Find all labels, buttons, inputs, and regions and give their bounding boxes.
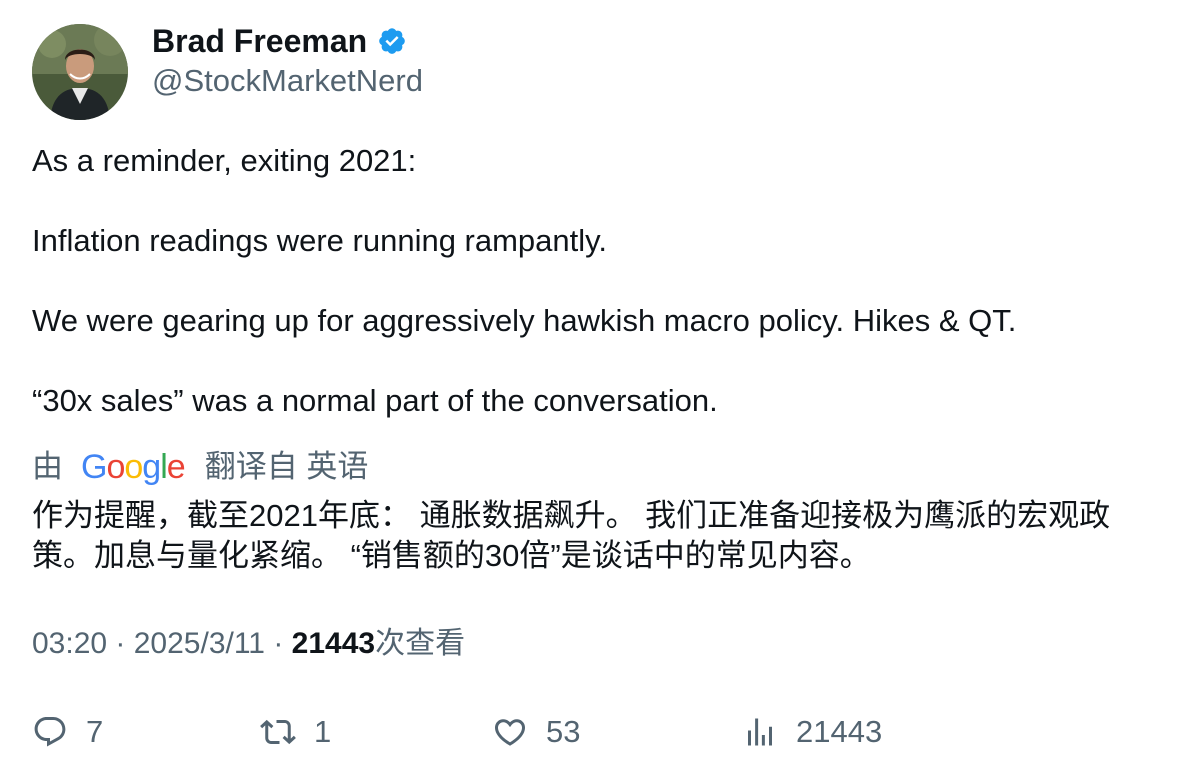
reply-button[interactable]: 7 bbox=[32, 710, 103, 754]
reply-icon bbox=[34, 717, 66, 747]
meta-separator: · bbox=[107, 627, 134, 660]
tweet-date[interactable]: 2025/3/11 bbox=[134, 627, 265, 660]
views-count: 21443 bbox=[291, 627, 376, 660]
heart-icon bbox=[494, 719, 526, 746]
tweet-paragraph: As a reminder, exiting 2021: bbox=[32, 143, 417, 178]
views-button[interactable]: 21443 bbox=[742, 710, 882, 754]
retweet-icon bbox=[260, 719, 296, 745]
verified-badge-icon bbox=[379, 28, 405, 54]
views-count-action: 21443 bbox=[796, 714, 883, 749]
google-logo: Google bbox=[81, 448, 186, 486]
tweet-meta: 03:20 · 2025/3/11 · 21443次查看 bbox=[32, 624, 465, 664]
tweet-time[interactable]: 03:20 bbox=[32, 627, 107, 660]
retweet-count: 1 bbox=[314, 714, 332, 749]
author-name[interactable]: Brad Freeman bbox=[152, 22, 367, 60]
like-button[interactable]: 53 bbox=[492, 710, 580, 754]
author-name-row[interactable]: Brad Freeman bbox=[152, 22, 407, 60]
views-label: 次查看 bbox=[375, 627, 466, 660]
tweet-paragraph: “30x sales” was a normal part of the con… bbox=[32, 383, 718, 418]
meta-separator: · bbox=[265, 627, 292, 660]
retweet-button[interactable]: 1 bbox=[260, 710, 331, 754]
translation-attribution[interactable]: 由 Google 翻译自 英语 bbox=[32, 447, 368, 487]
like-count: 53 bbox=[546, 714, 581, 749]
tweet-paragraph: We were gearing up for aggressively hawk… bbox=[32, 303, 1017, 338]
reply-count: 7 bbox=[86, 714, 104, 749]
avatar[interactable] bbox=[32, 24, 128, 120]
translation-prefix: 由 bbox=[32, 449, 63, 484]
profile-photo-icon bbox=[32, 24, 128, 120]
translated-text: 作为提醒，截至2021年底： 通胀数据飙升。 我们正准备迎接极为鹰派的宏观政策。… bbox=[32, 498, 1111, 573]
author-handle[interactable]: @StockMarketNerd bbox=[152, 62, 423, 100]
translation-suffix: 翻译自 英语 bbox=[204, 449, 369, 484]
tweet-paragraph: Inflation readings were running rampantl… bbox=[32, 223, 607, 258]
analytics-bar-icon bbox=[748, 718, 772, 746]
